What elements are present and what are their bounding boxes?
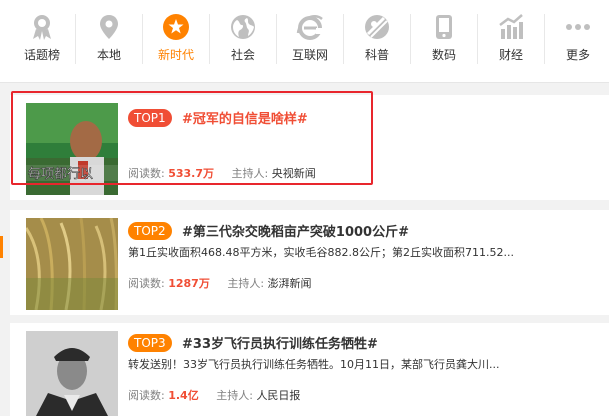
nav-label: 科普 (364, 48, 389, 62)
nav-item-society[interactable]: 社会 (210, 0, 276, 82)
side-tab-edge (0, 236, 3, 258)
host-name[interactable]: 人民日报 (256, 389, 300, 402)
nav-item-finance[interactable]: 财经 (478, 0, 544, 82)
nav-label: 话题榜 (23, 48, 60, 62)
rice-field-photo (26, 218, 118, 310)
host-label: 主持人: (216, 389, 253, 402)
nav-item-topic-rank[interactable]: 话题榜 (9, 0, 75, 82)
finance-chart-icon (499, 14, 523, 39)
nav-label: 本地 (96, 48, 121, 62)
topic-thumbnail (26, 218, 118, 310)
topic-card[interactable]: TOP2 #第三代杂交晚稻亩产突破1000公斤# 第1丘实收面积468.48平方… (10, 210, 609, 315)
host-name[interactable]: 澎湃新闻 (268, 277, 312, 290)
nav-item-local[interactable]: 本地 (76, 0, 142, 82)
phone-icon (436, 15, 452, 39)
topic-title[interactable]: #33岁飞行员执行训练任务牺牲# (182, 333, 378, 352)
reads-count: 1.4亿 (168, 389, 199, 402)
rank-badge: TOP3 (128, 334, 172, 352)
nav-label: 更多 (565, 48, 590, 62)
rank-badge: TOP2 (128, 222, 172, 240)
topic-thumbnail (26, 331, 118, 416)
medal-icon (33, 15, 51, 40)
category-nav-bar: 话题榜 本地 新时代 社会 互联网 科普 数码 财经 更多 (0, 0, 609, 83)
topic-description: 转发送别！33岁飞行员执行训练任务牺牲。10月11日，某部飞行员龚大川... (128, 358, 500, 371)
nav-item-more[interactable]: 更多 (545, 0, 609, 82)
host-label: 主持人: (227, 277, 265, 290)
reads-label: 阅读数: (128, 389, 165, 402)
rank-badge: TOP1 (128, 109, 172, 127)
topic-card[interactable]: TOP3 #33岁飞行员执行训练任务牺牲# 转发送别！33岁飞行员执行训练任务牺… (10, 323, 609, 416)
topic-meta: 阅读数: 1287万 主持人: 澎湃新闻 (128, 275, 312, 291)
nav-item-new-era[interactable]: 新时代 (143, 0, 209, 82)
nav-label: 社会 (230, 48, 255, 62)
reads-label: 阅读数: (128, 167, 165, 180)
nav-item-science[interactable]: 科普 (344, 0, 410, 82)
topic-card[interactable]: 每项都行以 TOP1 #冠军的自信是啥样# 阅读数: 533.7万 主持人: 央… (10, 95, 609, 200)
topic-description: 第1丘实收面积468.48平方米，实收毛谷882.8公斤；第2丘实收面积711.… (128, 246, 514, 259)
thumbnail-caption: 每项都行以 (28, 166, 93, 182)
pilot-portrait-photo (26, 331, 118, 416)
topic-meta: 阅读数: 1.4亿 主持人: 人民日报 (128, 387, 300, 403)
internet-explorer-icon (296, 15, 323, 40)
host-name[interactable]: 央视新闻 (272, 167, 316, 180)
globe-icon (231, 15, 255, 39)
nav-label: 财经 (498, 48, 523, 62)
planet-icon (365, 15, 389, 39)
nav-item-digital[interactable]: 数码 (411, 0, 477, 82)
nav-item-internet[interactable]: 互联网 (277, 0, 343, 82)
nav-label: 新时代 (157, 48, 194, 62)
more-dots-icon (566, 24, 590, 30)
topic-title[interactable]: #第三代杂交晚稻亩产突破1000公斤# (182, 221, 409, 240)
location-pin-icon (100, 15, 118, 39)
reads-label: 阅读数: (128, 277, 165, 290)
star-badge-icon (163, 14, 189, 40)
topic-meta: 阅读数: 533.7万 主持人: 央视新闻 (128, 165, 316, 181)
reads-count: 533.7万 (168, 167, 215, 180)
reads-count: 1287万 (168, 277, 210, 290)
host-label: 主持人: (231, 167, 269, 180)
topic-thumbnail: 每项都行以 (26, 103, 118, 195)
nav-label: 互联网 (291, 48, 328, 62)
topic-title[interactable]: #冠军的自信是啥样# (182, 108, 308, 127)
athlete-photo: 每项都行以 (26, 103, 118, 195)
nav-label: 数码 (431, 48, 456, 62)
